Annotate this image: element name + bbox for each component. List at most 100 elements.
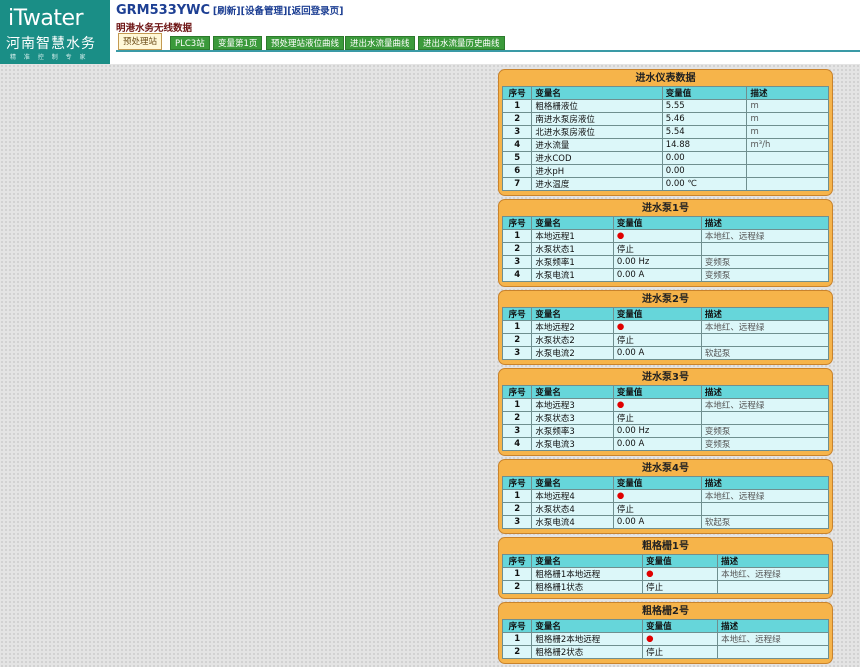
variable-description (717, 645, 829, 659)
row-index: 2 (501, 333, 533, 347)
tab-variables-page-1[interactable]: 变量第1页 (213, 36, 263, 50)
variable-name: 进水流量 (531, 138, 663, 152)
device-name: GRM533YWC (116, 3, 211, 18)
column-header: 变量值 (612, 307, 702, 321)
status-indicator-dot: ● (612, 398, 702, 412)
variable-description: 本地红、远程绿 (717, 567, 829, 581)
row-index: 1 (501, 229, 533, 243)
variable-table: 序号 变量名 变量值 描述 1 本地远程1 ● 本地红、远程绿 2 水泵状态1 停止 3 水泵频率1 0.… (501, 216, 830, 282)
table-row: 3 水泵电流2 0.00 A 软起泵 (501, 346, 830, 360)
tab-flow-history-curve[interactable]: 进出水流量历史曲线 (418, 36, 505, 50)
variable-description: 软起泵 (700, 515, 830, 529)
table-row: 3 北进水泵房液位 5.54 m (501, 125, 829, 139)
variable-description (746, 151, 829, 165)
variable-description: 变频泵 (700, 437, 830, 451)
variable-description: 本地红、远程绿 (700, 398, 830, 412)
variable-name: 进水COD (531, 151, 663, 165)
column-header: 描述 (717, 554, 829, 568)
table-header-row: 序号 变量名 变量值 描述 (501, 385, 830, 399)
variable-description: 本地红、远程绿 (700, 489, 830, 503)
variable-table: 序号 变量名 变量值 描述 1 本地远程2 ● 本地红、远程绿 2 水泵状态2 停止 3 水泵电流2 0.… (501, 307, 830, 360)
column-header: 描述 (700, 385, 830, 399)
variable-description (700, 502, 830, 516)
tab-flow-curve[interactable]: 进出水流量曲线 (345, 36, 415, 50)
row-index: 3 (501, 125, 533, 139)
column-header: 变量名 (531, 476, 614, 490)
tab-pretreatment-station[interactable]: 预处理站 (118, 33, 163, 50)
variable-value: 0.00 ℃ (661, 177, 748, 191)
column-header: 变量名 (531, 216, 614, 230)
row-index: 3 (501, 515, 533, 529)
table-row: 1 粗格栅2本地远程 ● 本地红、远程绿 (501, 632, 829, 646)
data-panel: 进水泵2号 序号 变量名 变量值 描述 1 本地远程2 ● 本地红、远程绿 2 水泵状态2 停止 3 水泵… (498, 290, 833, 365)
variable-name: 水泵频率1 (531, 255, 614, 269)
status-indicator-dot: ● (642, 632, 719, 646)
row-index: 5 (501, 151, 533, 165)
refresh-link[interactable]: [刷新] (213, 6, 241, 17)
variable-description (717, 580, 829, 594)
column-header: 变量值 (661, 86, 748, 100)
variable-value: 0.00 Hz (612, 255, 702, 269)
data-panels: 进水仪表数据 序号 变量名 变量值 描述 1 粗格栅液位 5.55 m 2 南进水泵房液位 5.46 m… (498, 69, 833, 667)
tab-plc3-station[interactable]: PLC3站 (170, 36, 210, 50)
panel-title: 进水仪表数据 (635, 73, 696, 84)
panel-title: 进水泵2号 (642, 294, 689, 305)
variable-name: 进水pH (531, 164, 663, 178)
variable-value: 5.46 (661, 112, 748, 126)
table-row: 3 水泵频率3 0.00 Hz 变频泵 (501, 424, 830, 438)
variable-table: 序号 变量名 变量值 描述 1 本地远程4 ● 本地红、远程绿 2 水泵状态4 停止 3 水泵电流4 0.… (501, 476, 830, 529)
variable-value: 0.00 Hz (612, 424, 702, 438)
row-index: 7 (501, 177, 533, 191)
table-row: 4 水泵电流1 0.00 A 变频泵 (501, 268, 830, 282)
row-index: 1 (501, 320, 533, 334)
data-panel: 粗格栅1号 序号 变量名 变量值 描述 1 粗格栅1本地远程 ● 本地红、远程绿 2 粗格栅1状态停… (498, 537, 833, 599)
variable-value: 停止 (642, 645, 719, 659)
row-index: 4 (501, 437, 533, 451)
variable-value: 停止 (612, 242, 702, 256)
variable-description (700, 333, 830, 347)
tab-level-curve[interactable]: 预处理站液位曲线 (266, 36, 345, 50)
device-management-link[interactable]: [设备管理] (241, 6, 288, 17)
variable-description: m³/h (746, 138, 829, 152)
table-row: 1 粗格栅液位 5.55 m (501, 99, 829, 113)
variable-name: 水泵状态2 (531, 333, 614, 347)
table-row: 2 水泵状态2 停止 (501, 333, 830, 347)
itwater-logo[interactable]: iTwater 河南智慧水务 精 准 控 制 专 家 (0, 0, 110, 64)
column-header: 序号 (501, 476, 533, 490)
variable-name: 本地远程2 (531, 320, 614, 334)
column-header: 变量值 (612, 476, 702, 490)
variable-value: 停止 (612, 333, 702, 347)
table-row: 3 水泵频率1 0.00 Hz 变频泵 (501, 255, 830, 269)
table-header-row: 序号 变量名 变量值 描述 (501, 619, 829, 633)
variable-description: 本地红、远程绿 (700, 229, 830, 243)
column-header: 描述 (700, 307, 830, 321)
row-index: 4 (501, 268, 533, 282)
row-index: 2 (501, 502, 533, 516)
column-header: 描述 (717, 619, 829, 633)
table-row: 1 本地远程3 ● 本地红、远程绿 (501, 398, 830, 412)
variable-value: 0.00 A (612, 437, 702, 451)
variable-value: 0.00 (661, 151, 748, 165)
variable-name: 水泵电流3 (531, 437, 614, 451)
row-index: 2 (501, 645, 533, 659)
table-row: 1 本地远程1 ● 本地红、远程绿 (501, 229, 830, 243)
variable-name: 粗格栅2状态 (531, 645, 644, 659)
column-header: 序号 (501, 385, 533, 399)
variable-name: 粗格栅1状态 (531, 580, 644, 594)
column-header: 变量值 (612, 385, 702, 399)
column-header: 序号 (501, 307, 533, 321)
variable-value: 5.54 (661, 125, 748, 139)
data-panel: 进水泵4号 序号 变量名 变量值 描述 1 本地远程4 ● 本地红、远程绿 2 水泵状态4 停止 3 水泵… (498, 459, 833, 534)
variable-name: 本地远程3 (531, 398, 614, 412)
table-row: 4 水泵电流3 0.00 A 变频泵 (501, 437, 830, 451)
device-title-row: GRM533YWC [刷新][设备管理][返回登录页] (116, 3, 343, 18)
row-index: 1 (501, 398, 533, 412)
back-to-login-link[interactable]: [返回登录页] (287, 6, 343, 17)
variable-name: 粗格栅2本地远程 (531, 632, 644, 646)
table-row: 7 进水温度 0.00 ℃ (501, 177, 829, 191)
variable-name: 本地远程4 (531, 489, 614, 503)
table-row: 1 本地远程2 ● 本地红、远程绿 (501, 320, 830, 334)
table-row: 2 水泵状态4 停止 (501, 502, 830, 516)
status-indicator-dot: ● (612, 320, 702, 334)
variable-description (700, 242, 830, 256)
